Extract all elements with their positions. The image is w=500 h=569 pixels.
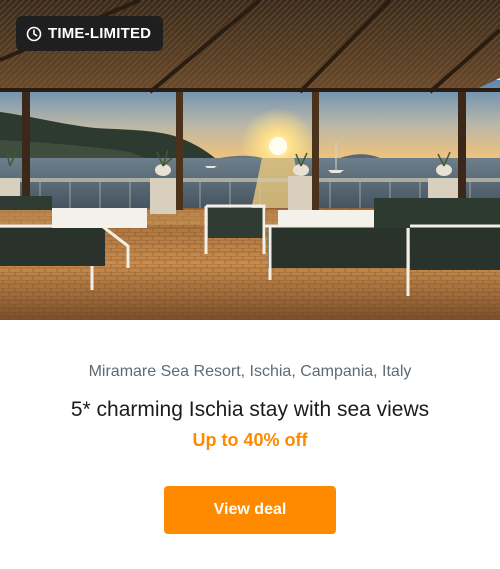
time-limited-badge: TIME-LIMITED xyxy=(16,16,164,51)
hero-image[interactable]: TIME-LIMITED xyxy=(0,0,500,320)
deal-info: Miramare Sea Resort, Ischia, Campania, I… xyxy=(0,320,500,451)
deal-card[interactable]: TIME-LIMITED Miramare Sea Resort, Ischia… xyxy=(0,0,500,569)
deal-title[interactable]: 5* charming Ischia stay with sea views xyxy=(0,397,500,423)
clock-icon xyxy=(26,26,42,42)
deal-location: Miramare Sea Resort, Ischia, Campania, I… xyxy=(88,363,412,380)
view-deal-button[interactable]: View deal xyxy=(164,486,336,534)
deal-discount: Up to 40% off xyxy=(192,430,308,450)
badge-label: TIME-LIMITED xyxy=(48,25,152,42)
